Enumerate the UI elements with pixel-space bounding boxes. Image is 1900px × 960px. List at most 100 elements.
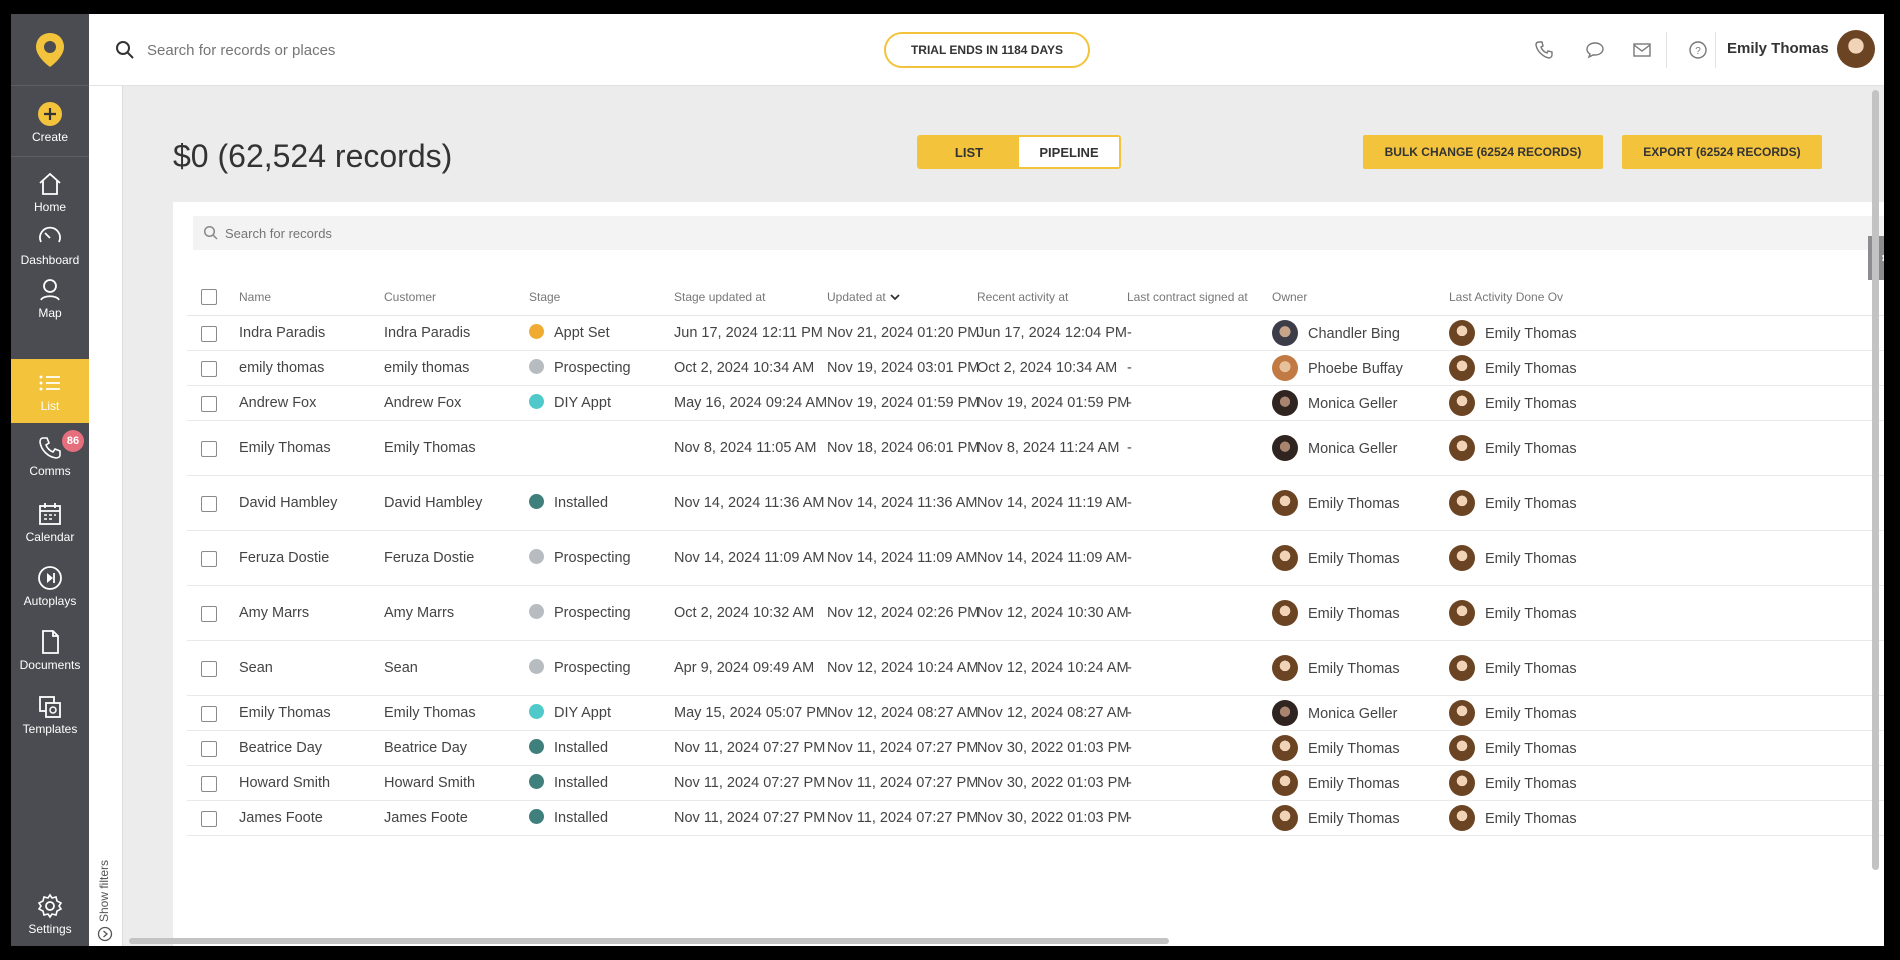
vertical-scrollbar[interactable]: [1871, 86, 1879, 872]
cell-last-activity-by-text: Emily Thomas: [1485, 395, 1577, 412]
cell-last-activity-by: Emily Thomas: [1449, 389, 1577, 417]
cell-last-contract: -: [1127, 810, 1132, 826]
phone-icon[interactable]: [1534, 40, 1554, 60]
column-header-customer[interactable]: Customer: [384, 290, 436, 304]
cell-stage-text: Prospecting: [554, 549, 631, 566]
sidebar-item-calendar[interactable]: Calendar: [11, 490, 89, 554]
column-header-owner[interactable]: Owner: [1272, 290, 1307, 304]
column-header-name[interactable]: Name: [239, 290, 271, 304]
cell-name[interactable]: Emily Thomas: [239, 440, 331, 456]
records-search-input[interactable]: [225, 222, 825, 244]
cell-customer: Beatrice Day: [384, 740, 467, 756]
select-all-checkbox[interactable]: [201, 289, 217, 305]
filters-panel-toggle[interactable]: Show filters: [89, 86, 123, 946]
cell-name[interactable]: Beatrice Day: [239, 740, 322, 756]
help-icon[interactable]: ?: [1688, 40, 1708, 60]
cell-name[interactable]: David Hambley: [239, 495, 337, 511]
table-row[interactable]: Emily Thomas Emily Thomas Nov 8, 2024 11:0…: [187, 421, 1884, 476]
column-header-last-activity-by[interactable]: Last Activity Done Ov: [1449, 290, 1563, 304]
cell-name[interactable]: Feruza Dostie: [239, 550, 329, 566]
cell-last-contract-text: -: [1127, 359, 1132, 376]
records-search: [193, 216, 1884, 250]
column-header-recent-activity[interactable]: Recent activity at: [977, 290, 1068, 304]
sidebar-item-list[interactable]: List: [11, 359, 89, 423]
table-row[interactable]: James Foote James Foote Installed Nov 11, 2…: [187, 801, 1884, 836]
column-header-stage-updated[interactable]: Stage updated at: [674, 290, 765, 304]
row-checkbox[interactable]: [201, 325, 217, 342]
cell-last-activity-by-text: Emily Thomas: [1485, 660, 1577, 677]
row-checkbox[interactable]: [201, 440, 217, 457]
sidebar-item-documents[interactable]: Documents: [11, 618, 89, 682]
avatar: [1449, 389, 1475, 416]
user-avatar[interactable]: [1837, 30, 1875, 68]
avatar: [1449, 354, 1475, 381]
table-row[interactable]: Feruza Dostie Feruza Dostie Prospecting Nov…: [187, 531, 1884, 586]
row-checkbox[interactable]: [201, 360, 217, 377]
sidebar-item-templates[interactable]: Templates: [11, 682, 89, 746]
horizontal-scrollbar[interactable]: [129, 938, 1169, 944]
sort-desc-icon[interactable]: [889, 292, 901, 302]
row-checkbox[interactable]: [201, 495, 217, 512]
cell-name[interactable]: Andrew Fox: [239, 395, 316, 411]
sidebar-item-comms[interactable]: Comms 86: [11, 424, 89, 488]
table-row[interactable]: emily thomas emily thomas Prospecting Oct 2…: [187, 351, 1884, 386]
row-checkbox[interactable]: [201, 395, 217, 412]
cell-name[interactable]: Indra Paradis: [239, 325, 325, 341]
global-search-input[interactable]: [147, 36, 547, 64]
cell-stage-text: DIY Appt: [554, 394, 611, 411]
row-checkbox[interactable]: [201, 775, 217, 792]
avatar: [1449, 599, 1475, 626]
cell-name-text: Howard Smith: [239, 774, 331, 791]
avatar: [1449, 734, 1475, 761]
sidebar-item-label: Autoplays: [23, 594, 77, 608]
column-header-last-contract[interactable]: Last contract signed at: [1127, 290, 1248, 304]
column-header-stage[interactable]: Stage: [529, 290, 560, 304]
cell-last-contract: -: [1127, 395, 1132, 411]
cell-name[interactable]: James Foote: [239, 810, 323, 826]
stage-dot-icon: [529, 324, 544, 340]
mail-icon[interactable]: [1632, 40, 1652, 60]
bulk-change-button[interactable]: BULK CHANGE (62524 RECORDS): [1363, 135, 1603, 169]
cell-last-contract: -: [1127, 440, 1132, 456]
cell-name[interactable]: emily thomas: [239, 360, 324, 376]
row-checkbox[interactable]: [201, 705, 217, 722]
sidebar-item-map[interactable]: Map: [11, 266, 89, 330]
table-row[interactable]: David Hambley David Hambley Installed Nov 1…: [187, 476, 1884, 531]
row-checkbox[interactable]: [201, 740, 217, 757]
create-button[interactable]: Create: [11, 90, 89, 154]
vertical-scrollbar-thumb[interactable]: [1872, 90, 1879, 870]
cell-last-activity-by-text: Emily Thomas: [1485, 550, 1577, 567]
cell-last-contract: -: [1127, 325, 1132, 341]
tab-pipeline[interactable]: PIPELINE: [1019, 137, 1119, 167]
row-checkbox[interactable]: [201, 660, 217, 677]
cell-updated: Nov 14, 2024 11:09 AM: [827, 550, 977, 566]
sidebar-item-settings[interactable]: Settings: [11, 882, 89, 946]
cell-name[interactable]: Amy Marrs: [239, 605, 309, 621]
cell-name-text: Feruza Dostie: [239, 549, 330, 566]
export-button[interactable]: EXPORT (62524 RECORDS): [1622, 135, 1822, 169]
cell-name[interactable]: Howard Smith: [239, 775, 330, 791]
table-row[interactable]: Beatrice Day Beatrice Day Installed Nov 11,…: [187, 731, 1884, 766]
app-logo[interactable]: [11, 14, 89, 86]
table-row[interactable]: Howard Smith Howard Smith Installed Nov 11,…: [187, 766, 1884, 801]
gear-icon: [1881, 254, 1884, 262]
row-checkbox[interactable]: [201, 605, 217, 622]
table-row[interactable]: Indra Paradis Indra Paradis Appt Set Jun 17…: [187, 316, 1884, 351]
cell-last-activity-by-text: Emily Thomas: [1485, 605, 1577, 622]
table-row[interactable]: Emily Thomas Emily Thomas DIY Appt May 15, …: [187, 696, 1884, 731]
table-row[interactable]: Amy Marrs Amy Marrs Prospecting Oct 2, 2024…: [187, 586, 1884, 641]
search-icon: [203, 225, 218, 240]
cell-name-text: Amy Marrs: [239, 604, 310, 621]
row-checkbox[interactable]: [201, 810, 217, 827]
column-header-updated[interactable]: Updated at: [827, 290, 886, 304]
tab-list[interactable]: LIST: [919, 137, 1019, 167]
table-row[interactable]: Andrew Fox Andrew Fox DIY Appt May 16, 2024…: [187, 386, 1884, 421]
table-row[interactable]: Sean Sean Prospecting Apr 9, 2024 09:49 AM N…: [187, 641, 1884, 696]
user-name[interactable]: Emily Thomas: [1727, 40, 1829, 57]
trial-badge[interactable]: TRIAL ENDS IN 1184 DAYS: [884, 32, 1090, 68]
row-checkbox[interactable]: [201, 550, 217, 567]
cell-name[interactable]: Emily Thomas: [239, 705, 331, 721]
chat-icon[interactable]: [1585, 40, 1605, 60]
sidebar-item-autoplays[interactable]: Autoplays: [11, 554, 89, 618]
cell-name[interactable]: Sean: [239, 660, 273, 676]
